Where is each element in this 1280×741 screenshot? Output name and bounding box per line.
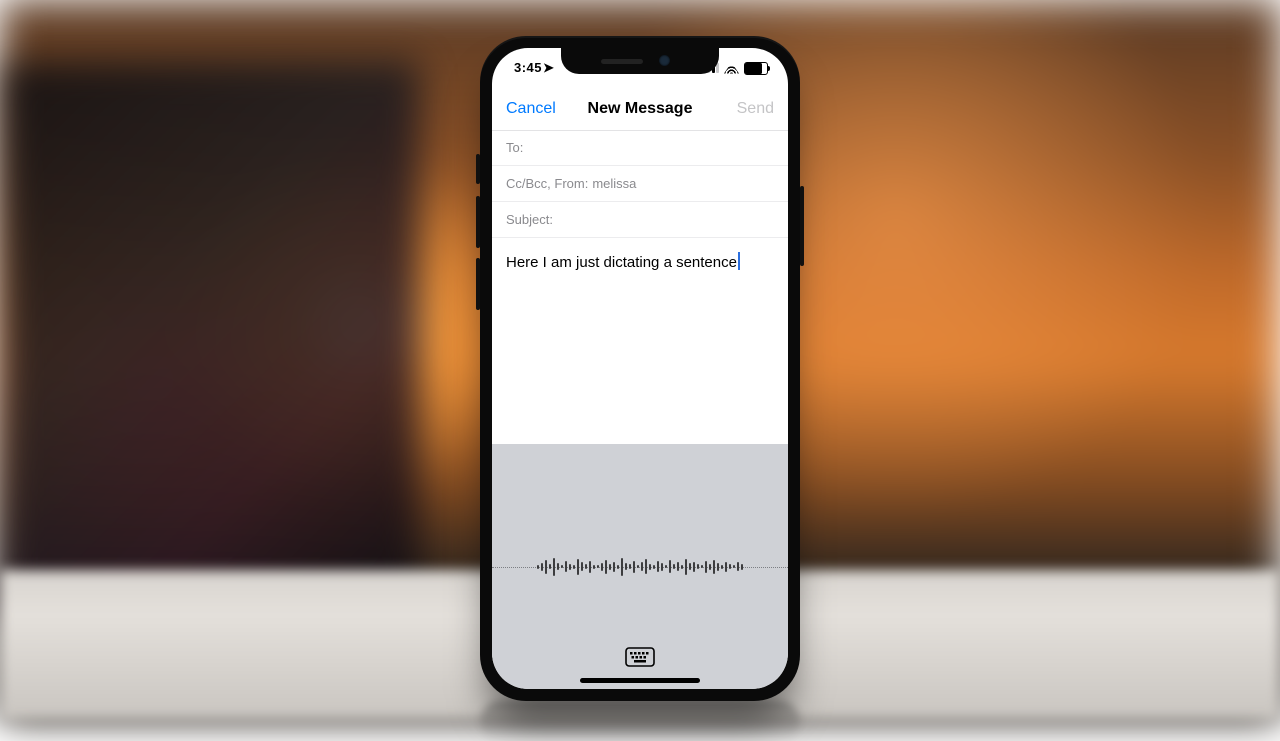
volume-up-button	[476, 196, 480, 248]
waveform-bar	[725, 562, 727, 572]
waveform-bar	[709, 564, 711, 570]
waveform-bar	[557, 563, 559, 570]
subject-label: Subject:	[506, 212, 553, 227]
phone-screen: 3:45➤ Cancel New Message Send To: Cc/Bcc…	[492, 48, 788, 689]
home-indicator[interactable]	[580, 678, 700, 683]
waveform-bar	[553, 558, 555, 576]
dictation-panel	[492, 444, 788, 689]
waveform-bar	[693, 562, 695, 572]
waveform-bar	[565, 561, 567, 572]
waveform-bar	[545, 560, 547, 574]
waveform-bar	[717, 563, 719, 571]
waveform-bar	[713, 560, 715, 574]
status-time: 3:45➤	[514, 60, 554, 76]
body-text: Here I am just dictating a sentence	[506, 254, 737, 271]
ccbcc-from-field[interactable]: Cc/Bcc, From: melissa	[492, 166, 788, 202]
text-cursor	[738, 252, 740, 270]
waveform-bar	[613, 562, 615, 572]
waveform-bar	[625, 563, 627, 570]
waveform-bar	[669, 560, 671, 573]
dictation-waveform	[492, 547, 788, 587]
waveform-bar	[645, 559, 647, 574]
waveform-bar	[649, 564, 651, 570]
compose-fields: To: Cc/Bcc, From: melissa Subject: Here …	[492, 130, 788, 287]
waveform-bar	[665, 565, 667, 568]
from-value: melissa	[592, 176, 636, 191]
waveform-bar	[633, 561, 635, 573]
side-button	[800, 186, 804, 266]
waveform-bar	[573, 565, 575, 569]
waveform-bar	[581, 562, 583, 571]
message-body[interactable]: Here I am just dictating a sentence	[492, 238, 788, 287]
waveform-bar	[729, 564, 731, 569]
waveform-bar	[593, 565, 595, 569]
waveform-bar	[617, 565, 619, 569]
waveform-bar	[537, 565, 539, 569]
subject-field[interactable]: Subject:	[492, 202, 788, 238]
waveform-bar	[641, 562, 643, 571]
waveform-bar	[621, 558, 623, 576]
waveform-bar	[577, 559, 579, 575]
waveform-bar	[569, 564, 571, 570]
waveform-bar	[601, 563, 603, 571]
wifi-icon	[724, 63, 739, 74]
waveform-bar	[701, 565, 703, 568]
waveform-bar	[541, 563, 543, 571]
volume-down-button	[476, 258, 480, 310]
waveform-bar	[689, 563, 691, 570]
waveform-bar	[721, 565, 723, 569]
location-icon: ➤	[543, 60, 554, 76]
compose-nav-bar: Cancel New Message Send	[492, 88, 788, 131]
waveform-bar	[609, 564, 611, 570]
waveform-bar	[549, 564, 551, 569]
waveform-bar	[629, 564, 631, 569]
waveform-bar	[737, 562, 739, 571]
keyboard-button[interactable]	[625, 647, 655, 667]
waveform-bar	[685, 559, 687, 575]
waveform-bar	[605, 560, 607, 574]
waveform-bar	[661, 563, 663, 571]
mute-switch	[476, 154, 480, 184]
to-label: To:	[506, 140, 523, 155]
waveform-bar	[597, 565, 599, 568]
battery-icon	[744, 62, 768, 75]
keyboard-icon	[625, 647, 655, 667]
waveform-bar	[677, 562, 679, 571]
waveform-bar	[585, 564, 587, 569]
ccbcc-from-label: Cc/Bcc, From:	[506, 176, 588, 191]
waveform-bar	[733, 565, 735, 568]
waveform-bar	[681, 565, 683, 569]
to-field[interactable]: To:	[492, 130, 788, 166]
waveform-bar	[637, 565, 639, 568]
phone-frame: 3:45➤ Cancel New Message Send To: Cc/Bcc…	[480, 36, 800, 701]
waveform-bar	[653, 565, 655, 569]
phone-reflection	[480, 701, 800, 741]
waveform-bar	[561, 565, 563, 568]
send-button[interactable]: Send	[737, 100, 774, 118]
waveform-bar	[697, 564, 699, 569]
waveform-bar	[673, 564, 675, 569]
cancel-button[interactable]: Cancel	[506, 100, 556, 118]
waveform-bar	[657, 561, 659, 572]
notch	[561, 48, 719, 74]
waveform-bar	[589, 561, 591, 573]
background-laptop	[0, 60, 420, 620]
waveform-bar	[741, 564, 743, 570]
waveform-bar	[705, 561, 707, 573]
time-text: 3:45	[514, 60, 542, 75]
